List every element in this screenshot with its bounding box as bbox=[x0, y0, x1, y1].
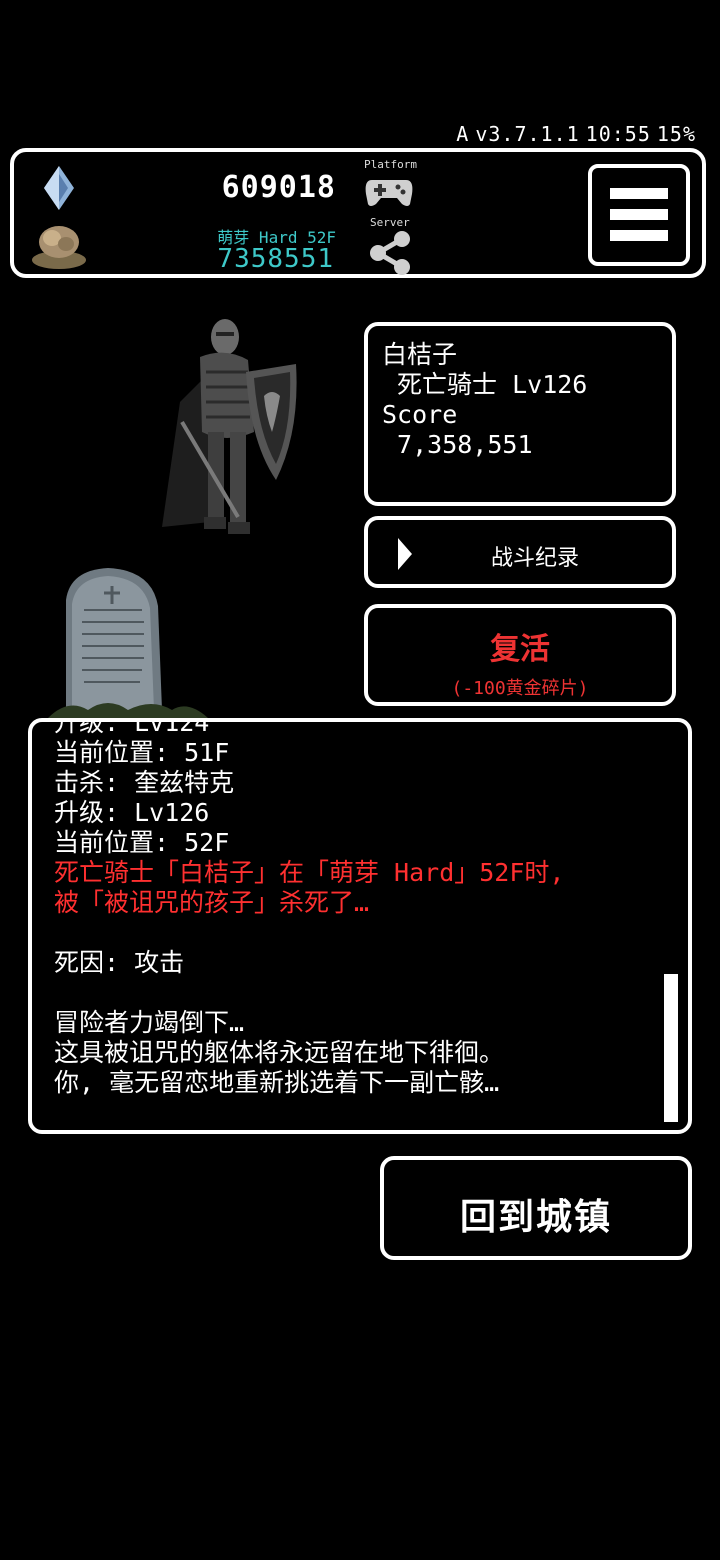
log-line-death: 被「被诅咒的孩子」杀死了… bbox=[54, 888, 370, 917]
log-line: 你, 毫无留恋地重新挑选着下一副亡骸… bbox=[54, 1068, 500, 1097]
tombstone-art bbox=[48, 568, 208, 718]
top-bar: 609018 萌芽 Hard 52F 7358551 Platform Serv… bbox=[10, 148, 706, 278]
character-info-panel: 白桔子 死亡骑士 Lv126 Score 7,358,551 bbox=[364, 322, 676, 506]
platform-label: Platform bbox=[364, 158, 417, 171]
menu-icon-bar bbox=[610, 230, 668, 241]
version-text: v3.7.1.1 bbox=[475, 122, 580, 146]
character-name: 白桔子 bbox=[382, 340, 458, 369]
score-label: Score bbox=[382, 400, 458, 429]
gold-shard-icon bbox=[32, 226, 86, 269]
clock-text: 10:55 bbox=[585, 122, 651, 146]
menu-button[interactable] bbox=[588, 164, 690, 266]
status-prefix: A bbox=[456, 122, 470, 146]
server-label: Server bbox=[370, 216, 410, 229]
return-town-button[interactable]: 回到城镇 bbox=[380, 1156, 692, 1260]
battle-record-button[interactable]: 战斗纪录 bbox=[364, 516, 676, 588]
battle-record-label: 战斗纪录 bbox=[490, 546, 579, 571]
log-line: 升级: Lv124 bbox=[54, 718, 210, 737]
log-scrollbar[interactable] bbox=[664, 974, 678, 1122]
revive-label: 复活 bbox=[490, 632, 550, 667]
log-line: 击杀: 奎兹特克 bbox=[54, 768, 235, 797]
battle-log-content: 升级: Lv124 当前位置: 51F 击杀: 奎兹特克 升级: Lv126 当… bbox=[54, 718, 654, 1098]
status-line: Av3.7.1.1 10:55 15% bbox=[450, 122, 696, 146]
menu-icon-bar bbox=[610, 209, 668, 220]
log-line: 升级: Lv126 bbox=[54, 798, 210, 827]
best-score: 7358551 bbox=[217, 244, 334, 274]
currency-value: 609018 bbox=[221, 170, 336, 205]
log-line: 当前位置: 51F bbox=[54, 738, 230, 767]
log-line-death: 死亡骑士「白桔子」在「萌芽 Hard」52F时, bbox=[54, 858, 565, 887]
character-class-level: 死亡骑士 Lv126 bbox=[382, 370, 588, 399]
log-line: 这具被诅咒的躯体将永远留在地下徘徊。 bbox=[54, 1038, 505, 1067]
crystal-icon bbox=[44, 166, 74, 210]
battery-text: 15% bbox=[656, 122, 696, 146]
share-icon[interactable] bbox=[366, 230, 412, 276]
death-knight-portrait bbox=[162, 319, 297, 534]
revive-cost: (-100黄金碎片) bbox=[451, 678, 589, 699]
menu-icon bbox=[610, 188, 668, 199]
score-value: 7,358,551 bbox=[382, 430, 533, 459]
log-line: 当前位置: 52F bbox=[54, 828, 230, 857]
battle-log-panel[interactable]: 升级: Lv124 当前位置: 51F 击杀: 奎兹特克 升级: Lv126 当… bbox=[28, 718, 692, 1134]
gamepad-icon[interactable] bbox=[364, 174, 414, 210]
return-town-label: 回到城镇 bbox=[459, 1197, 612, 1238]
log-line: 冒险者力竭倒下… bbox=[54, 1008, 245, 1037]
log-line: 死因: 攻击 bbox=[54, 948, 185, 977]
revive-button[interactable]: 复活 (-100黄金碎片) bbox=[364, 604, 676, 706]
